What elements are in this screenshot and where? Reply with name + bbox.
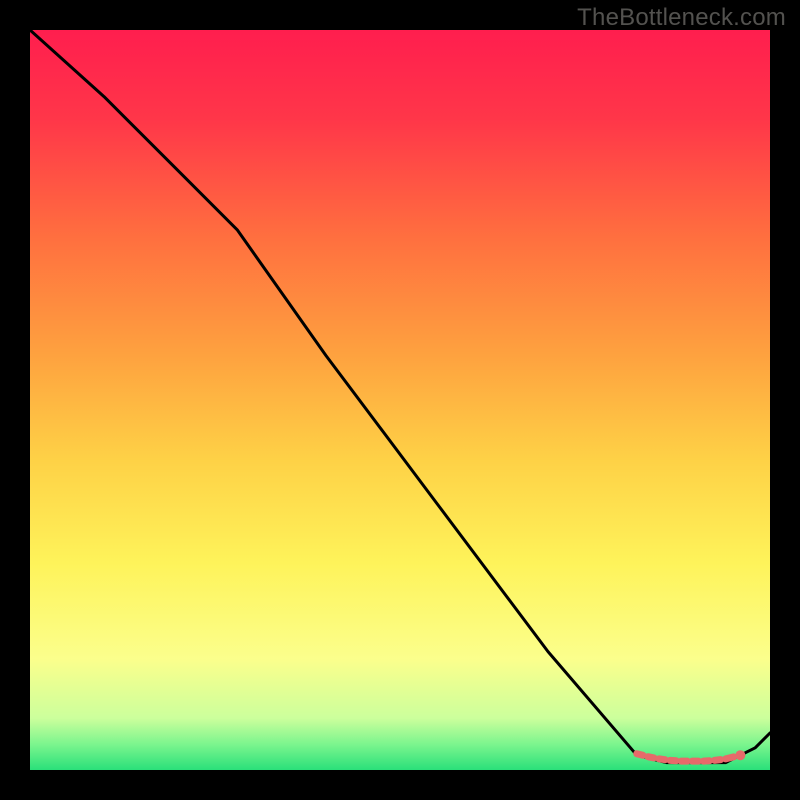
gradient-background [30, 30, 770, 770]
plot-area [30, 30, 770, 770]
watermark-text: TheBottleneck.com [577, 4, 786, 32]
chart-frame: TheBottleneck.com [0, 0, 800, 800]
chart-svg [30, 30, 770, 770]
